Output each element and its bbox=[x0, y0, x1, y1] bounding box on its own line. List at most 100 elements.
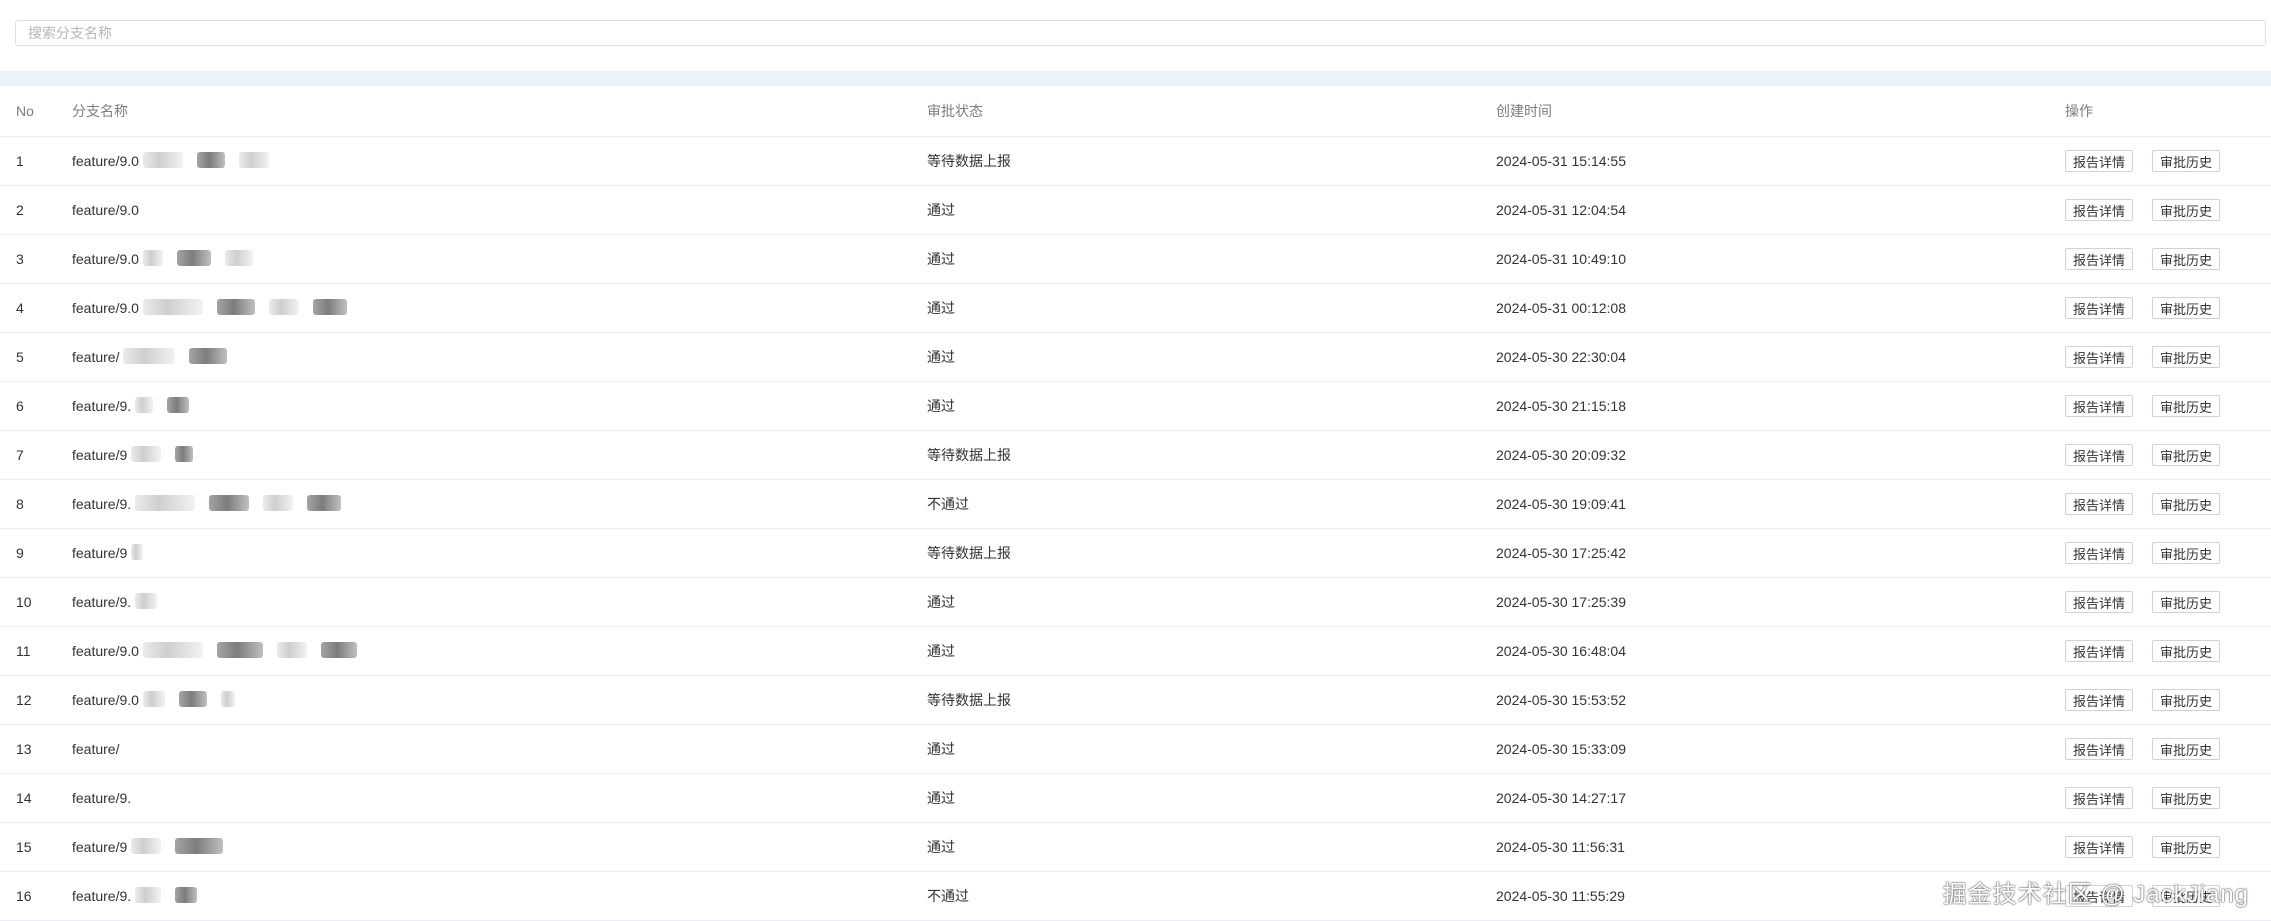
report-detail-button[interactable]: 报告详情 bbox=[2065, 787, 2133, 809]
branch-name: feature/9.0 bbox=[72, 284, 347, 332]
approval-history-button[interactable]: 审批历史 bbox=[2152, 346, 2220, 368]
report-detail-button[interactable]: 报告详情 bbox=[2065, 689, 2133, 711]
row-actions: 报告详情 审批历史 bbox=[2065, 627, 2239, 675]
approval-history-button[interactable]: 审批历史 bbox=[2152, 248, 2220, 270]
approval-history-button[interactable]: 审批历史 bbox=[2152, 689, 2220, 711]
report-detail-button[interactable]: 报告详情 bbox=[2065, 199, 2133, 221]
table-row: 9 feature/9 等待数据上报 2024-05-30 17:25:42 报… bbox=[0, 529, 2271, 578]
report-detail-button[interactable]: 报告详情 bbox=[2065, 640, 2133, 662]
created-time: 2024-05-30 11:56:31 bbox=[1496, 823, 1625, 871]
redacted-area bbox=[131, 495, 341, 514]
branch-name: feature/9. bbox=[72, 774, 131, 822]
report-detail-button[interactable]: 报告详情 bbox=[2065, 346, 2133, 368]
approval-status: 等待数据上报 bbox=[927, 529, 1011, 577]
approval-history-button[interactable]: 审批历史 bbox=[2152, 787, 2220, 809]
report-detail-button[interactable]: 报告详情 bbox=[2065, 444, 2133, 466]
row-number: 5 bbox=[16, 333, 24, 381]
row-actions: 报告详情 审批历史 bbox=[2065, 431, 2239, 479]
created-time: 2024-05-30 20:09:32 bbox=[1496, 431, 1626, 479]
approval-status: 通过 bbox=[927, 725, 955, 773]
redaction-blur bbox=[217, 642, 263, 658]
redaction-blur bbox=[217, 299, 255, 315]
table-row: 11 feature/9.0 通过 2024-05-30 16:48:04 报告… bbox=[0, 627, 2271, 676]
approval-history-button[interactable]: 审批历史 bbox=[2152, 395, 2220, 417]
row-number: 1 bbox=[16, 137, 24, 185]
branch-name-text: feature/9. bbox=[72, 888, 131, 904]
redaction-blur bbox=[135, 887, 161, 903]
search-bar bbox=[15, 20, 2266, 46]
row-actions: 报告详情 审批历史 bbox=[2065, 823, 2239, 871]
approval-history-button[interactable]: 审批历史 bbox=[2152, 591, 2220, 613]
redaction-blur bbox=[177, 250, 211, 266]
report-detail-button[interactable]: 报告详情 bbox=[2065, 493, 2133, 515]
redaction-blur bbox=[225, 250, 253, 266]
approval-history-button[interactable]: 审批历史 bbox=[2152, 199, 2220, 221]
branch-name: feature/9.0 bbox=[72, 186, 139, 234]
branch-name: feature/ bbox=[72, 725, 119, 773]
branch-name-text: feature/9.0 bbox=[72, 300, 139, 316]
branch-name: feature/9 bbox=[72, 823, 223, 871]
report-detail-button[interactable]: 报告详情 bbox=[2065, 836, 2133, 858]
report-detail-button[interactable]: 报告详情 bbox=[2065, 395, 2133, 417]
table-row: 3 feature/9.0 通过 2024-05-31 10:49:10 报告详… bbox=[0, 235, 2271, 284]
report-detail-button[interactable]: 报告详情 bbox=[2065, 738, 2133, 760]
branch-name: feature/9.0 bbox=[72, 235, 253, 283]
row-number: 15 bbox=[16, 823, 32, 871]
row-number: 16 bbox=[16, 872, 32, 920]
row-actions: 报告详情 审批历史 bbox=[2065, 333, 2239, 381]
branch-name: feature/ bbox=[72, 333, 227, 381]
redaction-blur bbox=[313, 299, 347, 315]
row-number: 7 bbox=[16, 431, 24, 479]
created-time: 2024-05-31 15:14:55 bbox=[1496, 137, 1626, 185]
report-detail-button[interactable]: 报告详情 bbox=[2065, 248, 2133, 270]
approval-history-button[interactable]: 审批历史 bbox=[2152, 444, 2220, 466]
approval-history-button[interactable]: 审批历史 bbox=[2152, 542, 2220, 564]
row-number: 12 bbox=[16, 676, 32, 724]
approval-history-button[interactable]: 审批历史 bbox=[2152, 640, 2220, 662]
report-detail-button[interactable]: 报告详情 bbox=[2065, 297, 2133, 319]
table-row: 7 feature/9 等待数据上报 2024-05-30 20:09:32 报… bbox=[0, 431, 2271, 480]
created-time: 2024-05-31 12:04:54 bbox=[1496, 186, 1626, 234]
approval-history-button[interactable]: 审批历史 bbox=[2152, 836, 2220, 858]
created-time: 2024-05-30 22:30:04 bbox=[1496, 333, 1626, 381]
redacted-area bbox=[127, 544, 143, 563]
redaction-blur bbox=[277, 642, 307, 658]
table-row: 5 feature/ 通过 2024-05-30 22:30:04 报告详情 审… bbox=[0, 333, 2271, 382]
report-detail-button[interactable]: 报告详情 bbox=[2065, 150, 2133, 172]
redaction-blur bbox=[263, 495, 293, 511]
branch-name-text: feature/9.0 bbox=[72, 251, 139, 267]
branch-name-text: feature/9 bbox=[72, 447, 127, 463]
row-actions: 报告详情 审批历史 bbox=[2065, 676, 2239, 724]
branch-search-input[interactable] bbox=[15, 20, 2266, 46]
table-row: 13 feature/ 通过 2024-05-30 15:33:09 报告详情 … bbox=[0, 725, 2271, 774]
redaction-blur bbox=[135, 397, 153, 413]
row-actions: 报告详情 审批历史 bbox=[2065, 186, 2239, 234]
approval-status: 通过 bbox=[927, 284, 955, 332]
approval-history-button[interactable]: 审批历史 bbox=[2152, 738, 2220, 760]
approval-status: 通过 bbox=[927, 186, 955, 234]
approval-history-button[interactable]: 审批历史 bbox=[2152, 150, 2220, 172]
redacted-area bbox=[119, 348, 227, 367]
row-number: 2 bbox=[16, 186, 24, 234]
report-detail-button[interactable]: 报告详情 bbox=[2065, 542, 2133, 564]
created-time: 2024-05-30 17:25:39 bbox=[1496, 578, 1626, 626]
approval-status: 通过 bbox=[927, 774, 955, 822]
redacted-area bbox=[139, 152, 269, 171]
branch-name-text: feature/9.0 bbox=[72, 692, 139, 708]
redaction-blur bbox=[143, 152, 183, 168]
approval-history-button[interactable]: 审批历史 bbox=[2152, 297, 2220, 319]
table-row: 2 feature/9.0 通过 2024-05-31 12:04:54 报告详… bbox=[0, 186, 2271, 235]
branch-name-text: feature/9. bbox=[72, 790, 131, 806]
created-time: 2024-05-30 15:33:09 bbox=[1496, 725, 1626, 773]
redaction-blur bbox=[135, 593, 157, 609]
table-row: 16 feature/9. 不通过 2024-05-30 11:55:29 报告… bbox=[0, 872, 2271, 921]
row-number: 3 bbox=[16, 235, 24, 283]
report-detail-button[interactable]: 报告详情 bbox=[2065, 591, 2133, 613]
redacted-area bbox=[131, 397, 189, 416]
approval-status: 不通过 bbox=[927, 872, 969, 920]
redacted-area bbox=[139, 299, 347, 318]
approval-history-button[interactable]: 审批历史 bbox=[2152, 493, 2220, 515]
approval-status: 通过 bbox=[927, 578, 955, 626]
branch-name-text: feature/9.0 bbox=[72, 153, 139, 169]
table-header-row: No 分支名称 审批状态 创建时间 操作 bbox=[0, 86, 2271, 137]
